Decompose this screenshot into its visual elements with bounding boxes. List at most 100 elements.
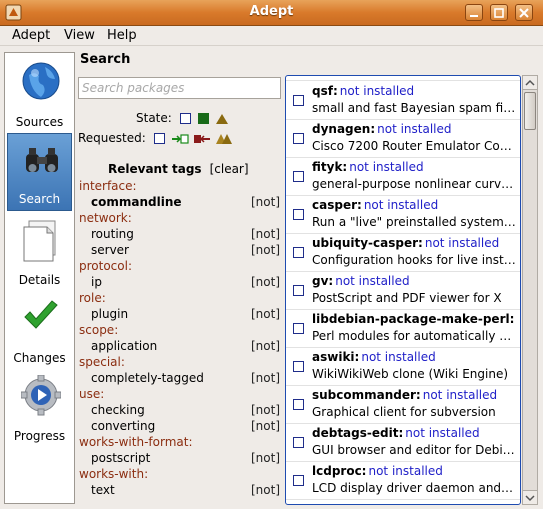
- package-name: qsf:: [312, 84, 338, 98]
- package-row[interactable]: fityk: not installed general-purpose nonli…: [286, 158, 520, 196]
- tag-row[interactable]: checking [not]: [78, 402, 282, 418]
- tag-not-toggle[interactable]: [not]: [251, 306, 280, 322]
- tag-not-toggle[interactable]: [not]: [251, 274, 280, 290]
- package-row[interactable]: libdebian-package-make-perl: Perl modules…: [286, 310, 520, 348]
- package-name: dynagen:: [312, 122, 376, 136]
- tag-name[interactable]: plugin: [91, 306, 128, 322]
- tag-name[interactable]: postscript: [91, 450, 150, 466]
- tag-row[interactable]: plugin [not]: [78, 306, 282, 322]
- package-list[interactable]: qsf: not installed small and fast Bayesian…: [285, 75, 521, 505]
- tag-name[interactable]: converting: [91, 418, 155, 434]
- sidebar-item-progress[interactable]: Progress: [7, 369, 72, 447]
- package-description: Configuration hooks for live installer: [312, 253, 516, 267]
- package-name-line: casper: not installed: [312, 198, 438, 212]
- package-name-line: qsf: not installed: [312, 84, 414, 98]
- scroll-down-button[interactable]: [523, 490, 537, 504]
- package-name: subcommander:: [312, 388, 421, 402]
- sidebar-item-sources[interactable]: Sources: [7, 55, 72, 133]
- package-row[interactable]: qsf: not installed small and fast Bayesian…: [286, 82, 520, 120]
- tag-not-toggle[interactable]: [not]: [251, 482, 280, 498]
- package-checkbox[interactable]: [293, 247, 304, 258]
- package-description: Perl modules for automatically generatin…: [312, 329, 516, 343]
- menu-view[interactable]: View: [64, 28, 95, 43]
- request-remove-icon[interactable]: [193, 133, 211, 145]
- package-row[interactable]: aswiki: not installed WikiWikiWeb clone (W…: [286, 348, 520, 386]
- close-button[interactable]: [515, 4, 533, 21]
- package-row-partial[interactable]: [286, 76, 520, 81]
- package-row[interactable]: dynagen: not installed Cisco 7200 Router E…: [286, 120, 520, 158]
- tag-not-toggle[interactable]: [not]: [251, 402, 280, 418]
- view-sidebar: Sources Search Details Changes Progress: [4, 52, 75, 504]
- package-list-scrollbar[interactable]: [522, 75, 538, 505]
- state-upgradable-icon[interactable]: [215, 113, 229, 125]
- package-checkbox[interactable]: [293, 475, 304, 486]
- menu-bar: Adept View Help: [0, 26, 543, 46]
- package-checkbox[interactable]: [293, 437, 304, 448]
- tag-name[interactable]: commandline: [91, 194, 182, 210]
- sidebar-item-search[interactable]: Search: [7, 133, 72, 211]
- package-row[interactable]: debtags-edit: not installed GUI browser an…: [286, 424, 520, 462]
- tag-row[interactable]: postscript [not]: [78, 450, 282, 466]
- tag-row[interactable]: completely-tagged [not]: [78, 370, 282, 386]
- state-not-installed-checkbox[interactable]: [179, 113, 191, 124]
- tag-row[interactable]: routing [not]: [78, 226, 282, 242]
- state-installed-icon[interactable]: [198, 113, 210, 124]
- tag-name[interactable]: text: [91, 482, 115, 498]
- package-checkbox[interactable]: [293, 399, 304, 410]
- package-status: not installed: [377, 122, 452, 136]
- tag-not-toggle[interactable]: [not]: [251, 338, 280, 354]
- clear-tags-link[interactable]: [clear]: [210, 162, 249, 176]
- package-description: GUI browser and editor for Debian tags: [312, 443, 516, 457]
- package-checkbox[interactable]: [293, 323, 304, 334]
- tag-not-toggle[interactable]: [not]: [251, 450, 280, 466]
- sidebar-item-changes[interactable]: Changes: [7, 291, 72, 369]
- package-checkbox[interactable]: [293, 361, 304, 372]
- package-row[interactable]: lcdproc: not installed LCD display driver …: [286, 462, 520, 500]
- tag-row[interactable]: text [not]: [78, 482, 282, 498]
- tag-row[interactable]: ip [not]: [78, 274, 282, 290]
- menu-help[interactable]: Help: [107, 28, 137, 43]
- title-bar[interactable]: Adept: [0, 0, 543, 26]
- tag-row[interactable]: commandline [not]: [78, 194, 282, 210]
- tag-name[interactable]: server: [91, 242, 129, 258]
- package-checkbox[interactable]: [293, 95, 304, 106]
- package-checkbox[interactable]: [293, 285, 304, 296]
- scroll-thumb[interactable]: [524, 92, 536, 130]
- tag-not-toggle[interactable]: [not]: [251, 418, 280, 434]
- package-checkbox[interactable]: [293, 133, 304, 144]
- tag-row[interactable]: application [not]: [78, 338, 282, 354]
- package-checkbox[interactable]: [293, 171, 304, 182]
- menu-adept[interactable]: Adept: [12, 28, 50, 43]
- package-status: not installed: [335, 274, 410, 288]
- scroll-up-button[interactable]: [523, 76, 537, 90]
- tag-facet: role:: [79, 291, 106, 305]
- package-row[interactable]: casper: not installed Run a "live" preinst…: [286, 196, 520, 234]
- package-row[interactable]: subcommander: not installed Graphical clie…: [286, 386, 520, 424]
- requested-none-checkbox[interactable]: [153, 133, 165, 144]
- tag-name[interactable]: checking: [91, 402, 145, 418]
- sidebar-item-details[interactable]: Details: [7, 213, 72, 291]
- tag-name[interactable]: completely-tagged: [91, 370, 204, 386]
- tag-row[interactable]: converting [not]: [78, 418, 282, 434]
- tag-name[interactable]: ip: [91, 274, 102, 290]
- tag-name[interactable]: application: [91, 338, 157, 354]
- tag-not-toggle[interactable]: [not]: [251, 242, 280, 258]
- package-description: Graphical client for subversion: [312, 405, 496, 419]
- package-row[interactable]: gv: not installed PostScript and PDF viewe…: [286, 272, 520, 310]
- tag-not-toggle[interactable]: [not]: [251, 370, 280, 386]
- requested-label: Requested:: [78, 131, 146, 145]
- request-install-icon[interactable]: [171, 133, 190, 145]
- minimize-button[interactable]: [465, 4, 483, 21]
- tag-row[interactable]: server [not]: [78, 242, 282, 258]
- tag-not-toggle[interactable]: [not]: [251, 226, 280, 242]
- package-checkbox[interactable]: [293, 209, 304, 220]
- maximize-button[interactable]: [490, 4, 508, 21]
- package-name: fityk:: [312, 160, 348, 174]
- package-name: casper:: [312, 198, 362, 212]
- tags-header: Relevant tags [clear]: [108, 162, 249, 176]
- tag-name[interactable]: routing: [91, 226, 134, 242]
- search-input[interactable]: [78, 77, 281, 99]
- package-row[interactable]: ubiquity-casper: not installed Configurati…: [286, 234, 520, 272]
- request-upgrade-icon[interactable]: [215, 133, 233, 145]
- tag-not-toggle[interactable]: [not]: [251, 194, 280, 210]
